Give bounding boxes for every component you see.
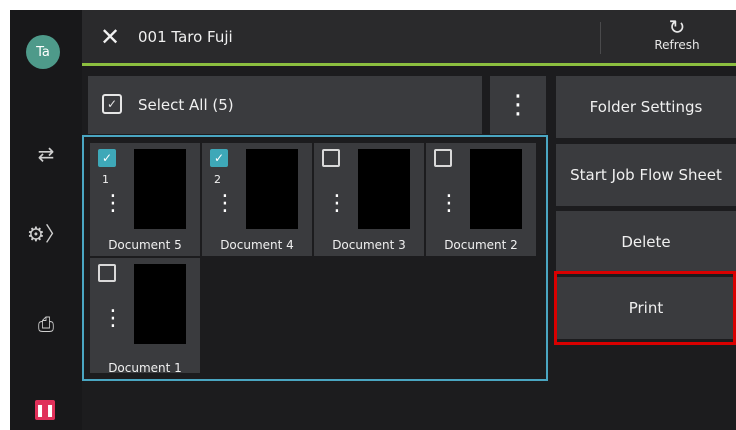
document-tile[interactable]: ✓ 1 ⋮ Document 5: [90, 143, 200, 256]
more-vert-icon[interactable]: ⋮: [102, 308, 124, 330]
screen: Ta ⇄ ⚙〉 ⎙ ❚❚ ✕ 001 Taro Fuji ↻ Refresh ✓…: [10, 10, 736, 430]
transfer-icon[interactable]: ⇄: [26, 138, 66, 170]
checkbox-icon[interactable]: [434, 149, 452, 167]
document-grid: ✓ 1 ⋮ Document 5 ✓ 2 ⋮ Document 4 ⋮ Docu…: [82, 135, 548, 381]
more-vert-icon[interactable]: ⋮: [214, 193, 236, 215]
document-thumbnail: [470, 149, 522, 229]
print-highlight-frame: [554, 271, 736, 345]
selection-order: 1: [102, 173, 109, 186]
selection-order: 2: [214, 173, 221, 186]
checkbox-icon[interactable]: [322, 149, 340, 167]
checkbox-icon[interactable]: ✓: [98, 149, 116, 167]
document-thumbnail: [134, 149, 186, 229]
document-tile[interactable]: ⋮ Document 1: [90, 258, 200, 375]
more-vert-icon[interactable]: ⋮: [102, 193, 124, 215]
document-tile[interactable]: ✓ 2 ⋮ Document 4: [202, 143, 312, 256]
refresh-button[interactable]: ↻ Refresh: [637, 16, 717, 52]
delete-button[interactable]: Delete: [556, 211, 736, 273]
document-name: Document 5: [108, 238, 182, 252]
more-options-button[interactable]: ⋮: [490, 76, 546, 134]
document-name: Document 4: [220, 238, 294, 252]
more-vert-icon[interactable]: ⋮: [438, 193, 460, 215]
document-name: Document 3: [332, 238, 406, 252]
select-all-button[interactable]: ✓ Select All (5): [88, 76, 482, 134]
select-all-icon: ✓: [102, 94, 122, 114]
document-tile[interactable]: ⋮ Document 3: [314, 143, 424, 256]
select-all-label: Select All (5): [138, 96, 234, 114]
avatar[interactable]: Ta: [26, 35, 60, 69]
more-vert-icon: ⋮: [505, 90, 531, 120]
folder-settings-button[interactable]: Folder Settings: [556, 76, 736, 138]
refresh-label: Refresh: [654, 38, 700, 52]
start-job-flow-sheet-button[interactable]: Start Job Flow Sheet: [556, 144, 736, 206]
document-tile[interactable]: ⋮ Document 2: [426, 143, 536, 256]
document-thumbnail: [246, 149, 298, 229]
document-name: Document 1: [108, 361, 182, 375]
checkbox-icon[interactable]: [98, 264, 116, 282]
left-rail: Ta ⇄ ⚙〉 ⎙ ❚❚: [10, 10, 82, 430]
refresh-icon: ↻: [668, 15, 686, 39]
top-bar: ✕ 001 Taro Fuji ↻ Refresh: [82, 10, 736, 66]
document-thumbnail: [358, 149, 410, 229]
more-vert-icon[interactable]: ⋮: [326, 193, 348, 215]
close-icon[interactable]: ✕: [100, 24, 120, 50]
page-title: 001 Taro Fuji: [138, 28, 233, 46]
document-thumbnail: [134, 264, 186, 344]
checkbox-icon[interactable]: ✓: [210, 149, 228, 167]
pause-icon[interactable]: ❚❚: [35, 400, 55, 420]
settings-icon[interactable]: ⚙〉: [26, 216, 66, 248]
document-name: Document 2: [444, 238, 518, 252]
divider: [600, 22, 601, 54]
printer-info-icon[interactable]: ⎙: [26, 308, 66, 340]
